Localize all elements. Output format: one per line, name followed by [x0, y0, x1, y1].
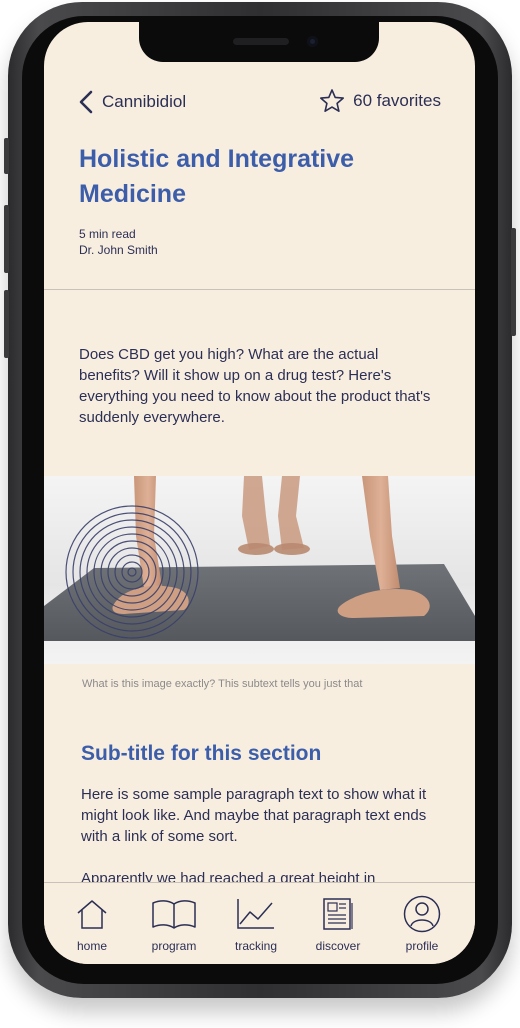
chart-icon: [237, 899, 274, 929]
section-subtitle: Sub-title for this section: [81, 742, 322, 765]
speaker-grille: [233, 38, 289, 45]
front-camera: [307, 36, 318, 47]
tab-home[interactable]: home: [52, 895, 132, 953]
tab-label-home: home: [76, 939, 108, 953]
side-button: [4, 138, 9, 174]
divider: [44, 289, 475, 290]
newspaper-icon: [323, 898, 353, 930]
volume-up-button: [4, 205, 9, 273]
tab-label-discover: discover: [315, 939, 361, 953]
article-meta: 5 min read Dr. John Smith: [79, 226, 158, 258]
power-button: [511, 228, 516, 336]
section-paragraph: Here is some sample paragraph text to sh…: [81, 786, 427, 845]
volume-down-button: [4, 290, 9, 358]
tab-bar: home program tracking discover profile: [44, 882, 475, 964]
book-icon: [152, 900, 196, 929]
author-name: Dr. John Smith: [79, 243, 158, 257]
notch: [139, 22, 379, 62]
image-caption: What is this image exactly? This subtext…: [82, 678, 363, 690]
tab-label-tracking: tracking: [234, 939, 278, 953]
article-image: [44, 476, 475, 664]
tab-discover[interactable]: discover: [298, 895, 378, 953]
person-icon: [403, 895, 441, 933]
favorites-count: 60 favorites: [353, 91, 441, 110]
back-button[interactable]: Cannibidiol: [78, 90, 186, 114]
tab-label-profile: profile: [405, 939, 439, 953]
back-label: Cannibidiol: [102, 92, 187, 111]
home-icon: [77, 900, 107, 929]
read-time: 5 min read: [79, 227, 136, 241]
tab-tracking[interactable]: tracking: [216, 895, 296, 953]
chevron-left-icon: [79, 90, 93, 114]
article-title: Holistic and Integrative Medicine: [79, 145, 355, 208]
tab-profile[interactable]: profile: [382, 895, 462, 953]
star-icon: [320, 89, 345, 113]
tab-program[interactable]: program: [134, 895, 214, 953]
screen: Cannibidiol 60 favorites Holistic and In…: [44, 22, 475, 964]
tab-label-program: program: [151, 939, 197, 953]
article-intro: Does CBD get you high? What are the actu…: [79, 346, 431, 426]
favorites-button[interactable]: 60 favorites: [319, 88, 441, 114]
